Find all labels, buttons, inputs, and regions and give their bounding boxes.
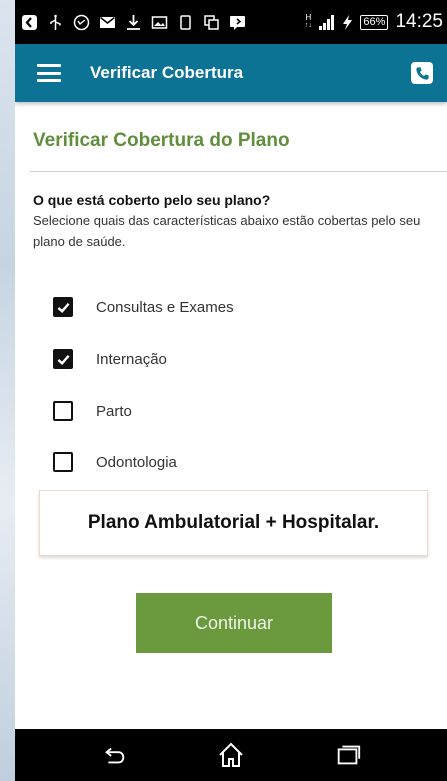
- checkmark-icon: [57, 354, 70, 365]
- coverage-question: O que está coberto pelo seu plano?: [33, 192, 271, 208]
- checkbox-parto[interactable]: [53, 401, 73, 421]
- charging-icon: [339, 14, 356, 31]
- image-icon: [151, 14, 168, 31]
- option-parto[interactable]: Parto: [53, 397, 132, 425]
- download-icon: [125, 14, 142, 31]
- gmail-icon: [99, 14, 116, 31]
- battery-indicator: 66%: [360, 14, 389, 30]
- screen-icon: [177, 14, 194, 31]
- home-icon[interactable]: [214, 738, 248, 772]
- network-type-label: H: [305, 13, 312, 22]
- plan-result-text: Plano Ambulatorial + Hospitalar.: [87, 512, 380, 533]
- copy-icon: [203, 14, 220, 31]
- message-icon: [229, 14, 246, 31]
- signal-icon: [318, 14, 335, 31]
- whatsapp-icon: [73, 14, 90, 31]
- continue-button[interactable]: Continuar: [136, 593, 332, 653]
- clock: 14:25: [395, 11, 443, 32]
- option-internacao[interactable]: Internação: [53, 345, 167, 373]
- option-label: Odontologia: [96, 453, 177, 471]
- phone-call-icon[interactable]: [411, 62, 433, 84]
- checkbox-internacao[interactable]: [53, 349, 73, 369]
- back-icon[interactable]: [97, 738, 131, 772]
- checkbox-odontologia[interactable]: [53, 452, 73, 472]
- option-label: Internação: [96, 350, 167, 368]
- status-bar: H ↑↓ 66% 14:25: [15, 0, 447, 44]
- hamburger-menu-icon[interactable]: [37, 64, 61, 82]
- option-label: Consultas e Exames: [96, 298, 234, 316]
- plan-result-box: Plano Ambulatorial + Hospitalar.: [39, 490, 428, 556]
- app-bar: Verificar Cobertura: [15, 44, 447, 102]
- option-odontologia[interactable]: Odontologia: [53, 448, 177, 476]
- option-label: Parto: [96, 402, 132, 420]
- network-type-icon: H ↑↓: [304, 13, 312, 30]
- phone-screen: H ↑↓ 66% 14:25 Verificar Cobertura Verif…: [15, 0, 447, 781]
- page-title: Verificar Cobertura do Plano: [33, 130, 290, 151]
- checkbox-consultas-exames[interactable]: [53, 297, 73, 317]
- option-consultas-exames[interactable]: Consultas e Exames: [53, 293, 234, 321]
- system-navigation-bar: [15, 729, 447, 781]
- usb-icon: [47, 14, 64, 31]
- recent-apps-icon[interactable]: [331, 738, 365, 772]
- app-bar-title: Verificar Cobertura: [90, 63, 244, 82]
- app-notification-icon: [21, 14, 38, 31]
- notification-icons: [21, 14, 302, 31]
- status-right: H ↑↓ 66% 14:25: [302, 11, 443, 33]
- title-divider: [30, 171, 447, 172]
- coverage-instructions: Selecione quais das características abai…: [33, 213, 421, 249]
- checkmark-icon: [57, 302, 70, 313]
